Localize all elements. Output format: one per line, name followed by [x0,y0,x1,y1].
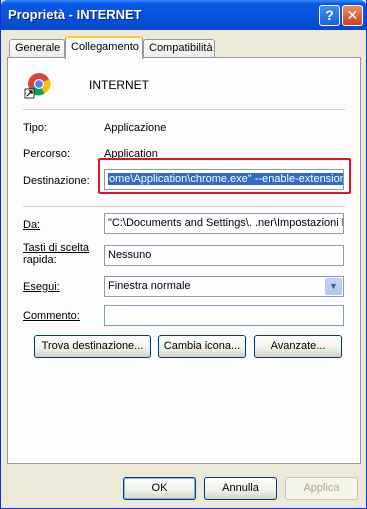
tab-generale[interactable]: Generale [9,39,65,58]
target-highlight-annotation [98,158,351,194]
apply-button[interactable]: Applica [285,477,358,500]
tab-strip: Generale Collegamento Compatibilità [7,36,361,59]
hotkey-label-line1: Tasti di scelta [23,242,90,254]
start-in-value: "C:\Documents and Settings\. .ner\Impost… [108,217,344,229]
window-title: Proprietà - INTERNET [8,7,142,22]
close-button[interactable]: ✕ [342,5,363,26]
comment-input[interactable] [104,305,344,326]
advanced-button[interactable]: Avanzate... [254,335,342,358]
start-in-label: Da: [23,219,41,231]
hotkey-label-line2: rapida: [23,254,57,266]
comment-label: Commento: [23,310,80,322]
ok-button[interactable]: OK [123,477,196,500]
run-select[interactable]: Finestra normale ▼ [104,276,344,297]
tab-compatibilita[interactable]: Compatibilità [143,39,215,58]
type-label: Tipo: [23,122,48,134]
hotkey-input[interactable]: Nessuno [104,245,344,266]
title-bar[interactable]: Proprietà - INTERNET ? ✕ [1,0,366,30]
shortcut-name: INTERNET [89,78,149,92]
run-value: Finestra normale [108,280,191,292]
cancel-button[interactable]: Annulla [204,477,277,500]
path-label: Percorso: [23,148,71,160]
find-target-button[interactable]: Trova destinazione... [34,335,151,358]
start-in-input[interactable]: "C:\Documents and Settings\. .ner\Impost… [104,213,344,234]
divider-top [23,109,345,110]
help-button[interactable]: ? [319,5,340,26]
target-label: Destinazione: [23,175,90,187]
divider-middle [23,206,345,207]
run-label: Esegui: [23,281,60,293]
tab-collegamento[interactable]: Collegamento [65,36,143,59]
chevron-down-icon[interactable]: ▼ [325,278,342,295]
type-value: Applicazione [104,122,167,134]
chrome-shortcut-icon [24,73,51,99]
change-icon-button[interactable]: Cambia icona... [158,335,246,358]
properties-dialog: Proprietà - INTERNET ? ✕ Generale Colleg… [0,0,367,509]
hotkey-value: Nessuno [108,249,152,261]
hotkey-label: Tasti di scelta rapida: [23,242,89,266]
